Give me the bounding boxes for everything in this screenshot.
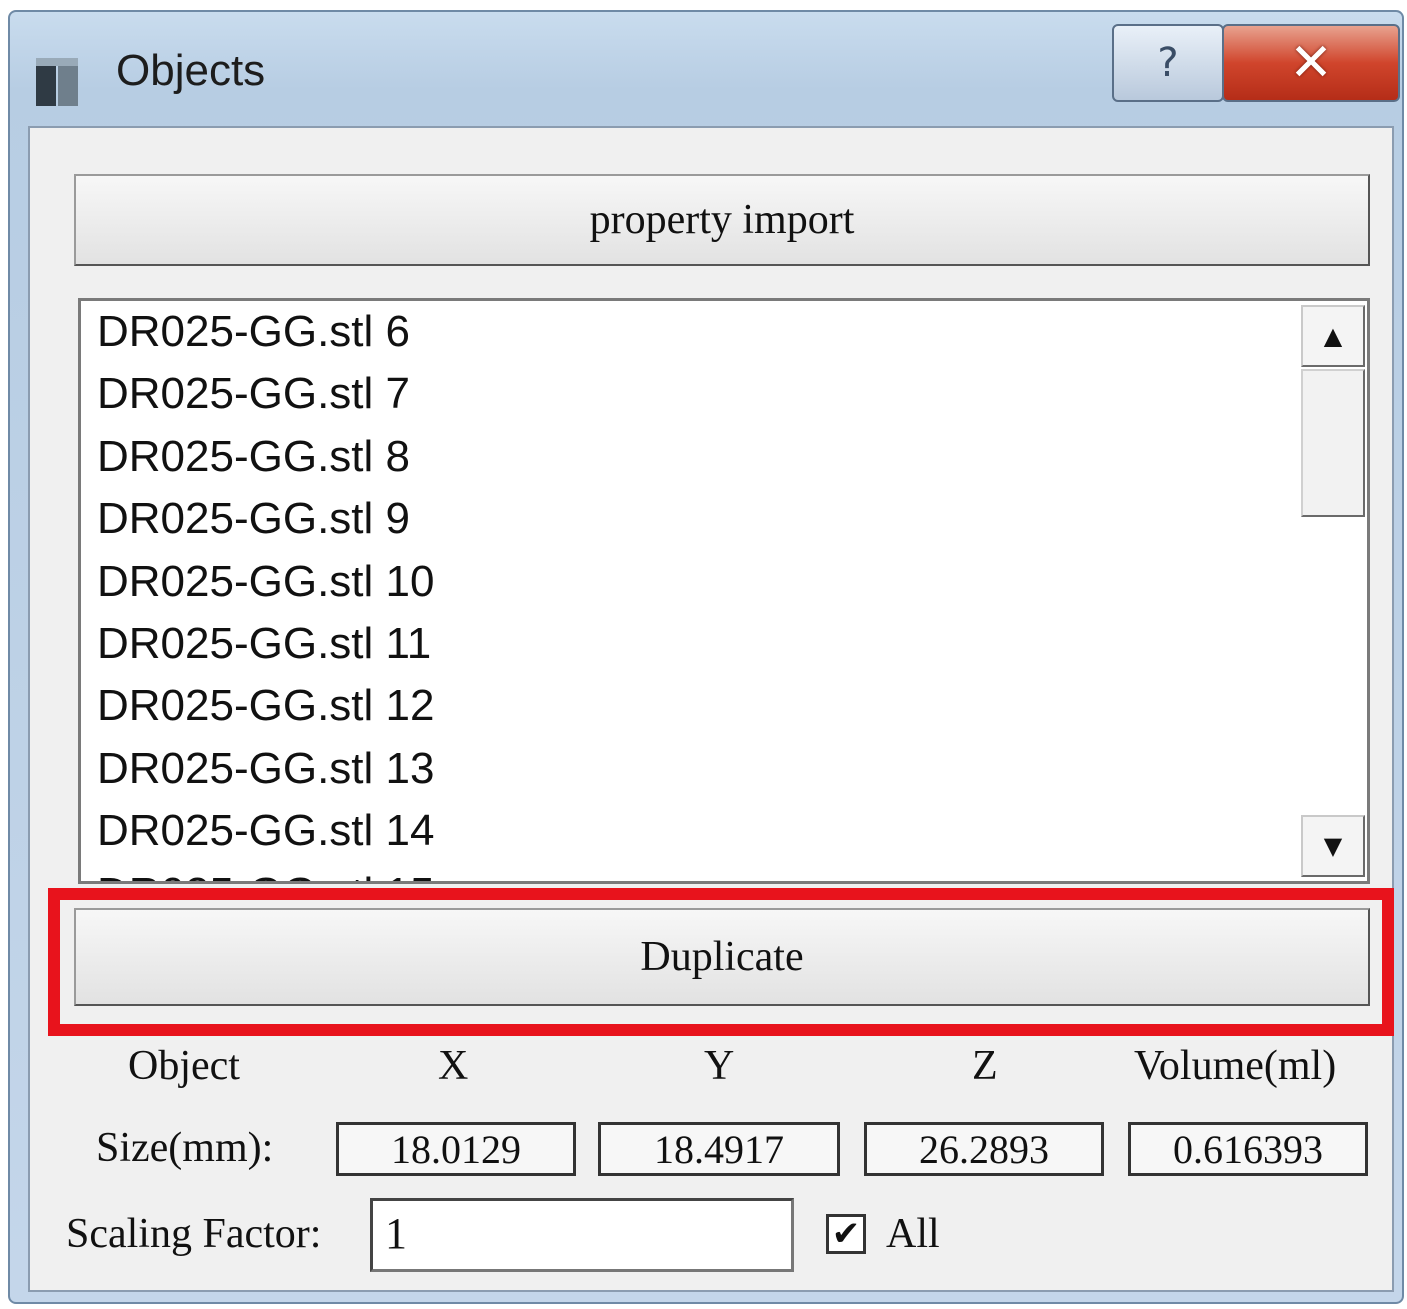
scroll-thumb[interactable]	[1301, 369, 1365, 517]
list-item[interactable]: DR025-GG.stl 12	[81, 675, 1367, 737]
window-title: Objects	[116, 46, 266, 95]
arrow-up-icon: ▲	[1323, 322, 1343, 350]
scaling-factor-input[interactable]: 1	[370, 1198, 794, 1272]
dialog-body: property import DR025-GG.stl 6 DR025-GG.s…	[28, 126, 1394, 1292]
list-item[interactable]: DR025-GG.stl 6	[81, 301, 1367, 363]
scroll-up-button[interactable]: ▲	[1301, 305, 1365, 367]
list-item[interactable]: DR025-GG.stl 11	[81, 613, 1367, 675]
duplicate-button[interactable]: Duplicate	[74, 908, 1370, 1006]
all-label: All	[886, 1211, 940, 1257]
list-scrollbar[interactable]: ▲ ▼	[1297, 301, 1367, 881]
title-bar[interactable]: Objects ? ✕	[10, 12, 1402, 126]
volume-field: 0.616393	[1128, 1122, 1368, 1176]
scaling-factor-label: Scaling Factor:	[66, 1211, 322, 1257]
help-button[interactable]: ?	[1112, 24, 1224, 102]
close-icon: ✕	[1289, 33, 1333, 93]
objects-dialog: Objects ? ✕ property import DR025-GG.stl…	[8, 10, 1404, 1304]
arrow-down-icon: ▼	[1323, 832, 1343, 860]
list-item[interactable]: DR025-GG.stl 13	[81, 738, 1367, 800]
size-z-field: 26.2893	[864, 1122, 1104, 1176]
header-y: Y	[704, 1043, 735, 1089]
size-label: Size(mm):	[96, 1125, 274, 1171]
list-item-partial[interactable]: DR025-GG.stl 15	[81, 863, 1367, 881]
header-volume: Volume(ml)	[1134, 1043, 1337, 1089]
close-button[interactable]: ✕	[1222, 24, 1400, 102]
all-checkbox[interactable]: ✔	[826, 1214, 866, 1254]
app-icon	[36, 58, 78, 106]
list-item[interactable]: DR025-GG.stl 8	[81, 426, 1367, 488]
list-item[interactable]: DR025-GG.stl 10	[81, 551, 1367, 613]
size-y-field: 18.4917	[598, 1122, 840, 1176]
header-object: Object	[128, 1043, 240, 1089]
scroll-down-button[interactable]: ▼	[1301, 815, 1365, 877]
help-icon: ?	[1157, 40, 1179, 86]
checkmark-icon: ✔	[831, 1214, 861, 1254]
list-item[interactable]: DR025-GG.stl 9	[81, 488, 1367, 550]
list-item[interactable]: DR025-GG.stl 7	[81, 363, 1367, 425]
list-item[interactable]: DR025-GG.stl 14	[81, 800, 1367, 862]
header-x: X	[438, 1043, 469, 1089]
objects-list[interactable]: DR025-GG.stl 6 DR025-GG.stl 7 DR025-GG.stl…	[78, 298, 1370, 884]
header-z: Z	[972, 1043, 998, 1089]
property-import-button[interactable]: property import	[74, 174, 1370, 266]
size-x-field: 18.0129	[336, 1122, 576, 1176]
